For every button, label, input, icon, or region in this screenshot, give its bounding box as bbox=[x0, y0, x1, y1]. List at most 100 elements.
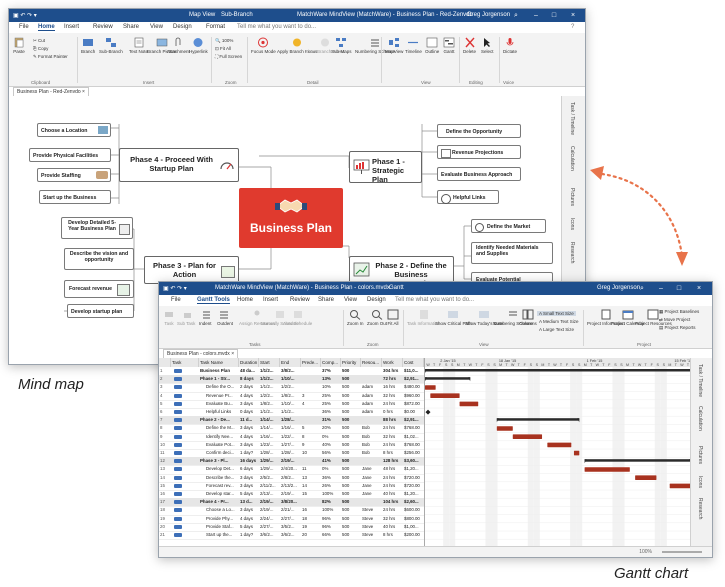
zoom-out-button[interactable]: Zoom Out bbox=[367, 309, 387, 326]
small-text-size-button[interactable]: A Small Text Size bbox=[537, 311, 576, 316]
menu-view[interactable]: View bbox=[344, 297, 357, 303]
fit-all-button[interactable]: Fit All bbox=[387, 309, 399, 326]
zoom-100-button[interactable]: 🔍 100% bbox=[215, 38, 233, 44]
menu-design[interactable]: Design bbox=[367, 297, 386, 303]
project-reports-button[interactable]: ▤ Project Reports bbox=[659, 325, 696, 331]
zoom-slider[interactable] bbox=[662, 551, 702, 553]
title-tab-map-view[interactable]: Map View bbox=[189, 12, 215, 18]
gantt-button[interactable]: Gantt bbox=[443, 37, 455, 54]
node-identify-materials[interactable]: Identify Needed Materials and Supplies bbox=[471, 242, 553, 264]
topic-phase2[interactable]: Phase 2 - Define the Business Opportunit… bbox=[349, 256, 454, 288]
mapview-button[interactable]: MapView bbox=[385, 37, 403, 54]
menu-home[interactable]: Home bbox=[237, 297, 253, 303]
sub-task-button[interactable]: Sub Task bbox=[177, 309, 195, 326]
topic-phase4[interactable]: Phase 4 - Proceed With Startup Plan bbox=[119, 148, 239, 182]
sub-maps-button[interactable]: Sub-Maps bbox=[331, 37, 352, 54]
copy-button[interactable]: ⎘ Copy bbox=[33, 46, 48, 51]
menu-share[interactable]: Share bbox=[123, 24, 139, 30]
quick-access-icons[interactable]: ▣ ↶ ↷ ▾ bbox=[13, 12, 37, 19]
sub-branch-button[interactable]: Sub-Branch bbox=[99, 37, 123, 54]
indent-button[interactable]: Indent bbox=[199, 309, 212, 326]
menu-share[interactable]: Share bbox=[318, 297, 334, 303]
text-note-button[interactable]: Text Note bbox=[129, 37, 148, 54]
menu-file[interactable]: File bbox=[19, 24, 29, 30]
branch-button[interactable]: Branch bbox=[81, 37, 95, 54]
central-topic[interactable]: Business Plan bbox=[239, 188, 343, 248]
select-button[interactable]: Select bbox=[481, 37, 494, 54]
node-forecast-revenue[interactable]: Forecast revenue bbox=[64, 280, 134, 298]
menu-insert[interactable]: Insert bbox=[263, 297, 278, 303]
paste-button[interactable]: Paste bbox=[13, 37, 25, 54]
search-icon[interactable]: ⌕ bbox=[511, 11, 521, 20]
column-header[interactable]: Prede... bbox=[301, 358, 321, 367]
delete-button[interactable]: Delete bbox=[463, 37, 476, 54]
close-icon[interactable]: × bbox=[694, 284, 704, 293]
node-define-market[interactable]: Define the Market bbox=[471, 219, 546, 233]
column-header[interactable]: Work bbox=[382, 358, 403, 367]
side-tab-task-timeline[interactable]: Task / Timeline bbox=[569, 102, 575, 135]
doc-tab[interactable]: Business Plan - colors.mvdx × bbox=[163, 349, 239, 358]
large-text-size-button[interactable]: A Large Text Size bbox=[539, 327, 574, 332]
close-icon[interactable]: × bbox=[568, 11, 578, 20]
column-header[interactable]: Task bbox=[171, 358, 199, 367]
side-tab-pictures[interactable]: Pictures bbox=[569, 188, 575, 206]
focus-mode-button[interactable]: Focus Mode bbox=[251, 37, 276, 54]
user-name[interactable]: Greg Jorgenson bbox=[467, 12, 510, 18]
node-describe-vision[interactable]: Describe the vision and opportunity bbox=[64, 248, 134, 270]
maximize-icon[interactable]: □ bbox=[674, 284, 684, 293]
project-baselines-button[interactable]: ▦ Project Baselines bbox=[659, 309, 699, 315]
search-icon[interactable]: ⌕ bbox=[637, 284, 647, 293]
menu-home[interactable]: Home bbox=[38, 24, 55, 31]
hyperlink-button[interactable]: Hyperlink bbox=[189, 37, 208, 54]
node-physical-facilities[interactable]: Provide Physical Facilities bbox=[29, 148, 111, 162]
menu-insert[interactable]: Insert bbox=[64, 24, 79, 30]
column-header[interactable]: Comp... bbox=[321, 358, 341, 367]
side-tab-pictures[interactable]: Pictures bbox=[697, 446, 703, 464]
column-header[interactable]: End bbox=[280, 358, 301, 367]
fit-all-button[interactable]: ⊡ Fit All bbox=[215, 46, 231, 52]
task-table[interactable]: Task Task Name Duration Start End Prede... Com… bbox=[159, 358, 424, 546]
maximize-icon[interactable]: □ bbox=[549, 11, 559, 20]
menu-design[interactable]: Design bbox=[173, 24, 192, 30]
node-develop-5year-plan[interactable]: Develop Detailed 5-Year Business Plan bbox=[61, 217, 133, 239]
attachment-button[interactable]: Attachment bbox=[167, 37, 190, 54]
column-header[interactable]: Cost bbox=[403, 358, 424, 367]
topic-phase1[interactable]: Phase 1 - Strategic Plan bbox=[349, 151, 422, 184]
quick-access-icons[interactable]: ▣ ↶ ↷ ▾ bbox=[163, 285, 187, 292]
side-tab-icons[interactable]: Icons bbox=[697, 476, 703, 488]
node-revenue-projections[interactable]: Revenue Projections bbox=[437, 145, 521, 159]
column-header[interactable]: Resou... bbox=[361, 358, 382, 367]
menu-review[interactable]: Review bbox=[290, 297, 310, 303]
timeline-button[interactable]: Timeline bbox=[405, 37, 422, 54]
column-header[interactable]: Duration bbox=[239, 358, 259, 367]
cut-button[interactable]: ✂ Cut bbox=[33, 38, 45, 44]
menu-format[interactable]: Format bbox=[206, 24, 225, 30]
column-header[interactable]: Priority bbox=[341, 358, 361, 367]
node-develop-startup-plan[interactable]: Develop startup plan bbox=[67, 304, 134, 318]
menu-file[interactable]: File bbox=[171, 297, 181, 303]
tell-me-box[interactable]: Tell me what you want to do... bbox=[395, 297, 474, 303]
column-header[interactable]: Task Name bbox=[199, 358, 239, 367]
help-icon[interactable]: ? bbox=[571, 24, 574, 30]
task-button[interactable]: Task bbox=[163, 309, 175, 326]
side-tab-research[interactable]: Research bbox=[569, 242, 575, 263]
medium-text-size-button[interactable]: A Medium Text Size bbox=[539, 319, 578, 324]
side-tab-task-timeline[interactable]: Task / Timeline bbox=[697, 364, 703, 397]
user-name[interactable]: Greg Jorgenson bbox=[597, 285, 640, 291]
node-choose-location[interactable]: Choose a Location bbox=[37, 123, 111, 137]
topic-phase3[interactable]: Phase 3 - Plan for Action bbox=[144, 256, 239, 284]
title-tab-sub-branch[interactable]: Sub-Branch bbox=[221, 12, 253, 18]
columns-button[interactable]: Columns bbox=[519, 309, 537, 326]
side-tab-calculation[interactable]: Calculation bbox=[569, 146, 575, 171]
dictate-button[interactable]: Dictate bbox=[503, 37, 517, 54]
move-project-button[interactable]: ⇄ Move Project bbox=[659, 317, 690, 323]
side-tab-calculation[interactable]: Calculation bbox=[697, 406, 703, 431]
title-tab-gantt[interactable]: Gantt bbox=[389, 285, 404, 291]
minimize-icon[interactable]: – bbox=[531, 11, 541, 20]
zoom-in-button[interactable]: Zoom In bbox=[347, 309, 364, 326]
auto-schedule-button[interactable]: Auto Schedule bbox=[283, 309, 312, 326]
node-start-up-business[interactable]: Start up the Business bbox=[39, 190, 111, 204]
tell-me-box[interactable]: Tell me what you want to do... bbox=[237, 24, 316, 30]
gantt-chart-area[interactable]: WTFSSMTWTFSSMTWTFSSMTWTFSSMTWTFSSMTWTFSS… bbox=[424, 358, 691, 546]
node-evaluate-business-approach[interactable]: Evaluate Business Approach bbox=[437, 167, 521, 181]
